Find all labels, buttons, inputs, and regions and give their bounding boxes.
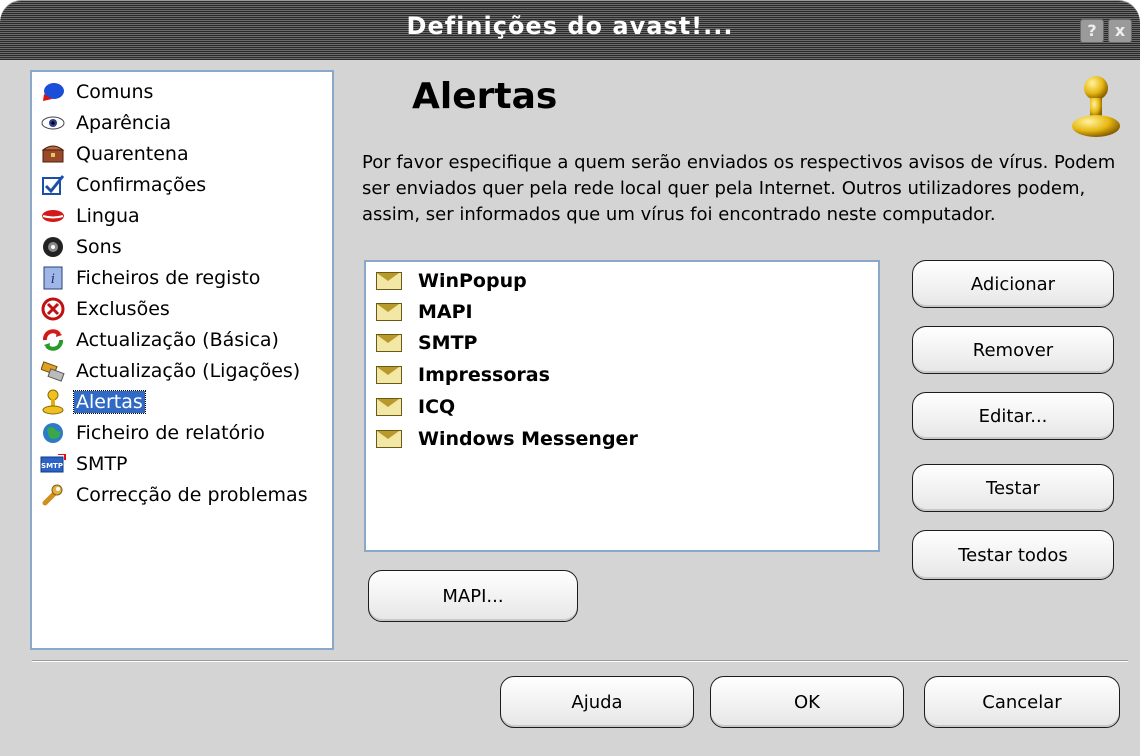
envelope-icon [376, 303, 402, 321]
sidebar-item-correccao-problemas[interactable]: Correcção de problemas [40, 481, 310, 509]
list-item[interactable]: Impressoras [376, 360, 550, 390]
edit-button[interactable]: Editar... [912, 392, 1114, 440]
cancel-button[interactable]: Cancelar [924, 676, 1120, 728]
test-all-button[interactable]: Testar todos [912, 530, 1114, 580]
alert-name: ICQ [418, 396, 456, 418]
chest-icon [40, 142, 66, 166]
add-button[interactable]: Adicionar [912, 260, 1114, 308]
sidebar-item-label: Ficheiro de relatório [76, 422, 265, 444]
sidebar-item-sons[interactable]: Sons [40, 233, 124, 261]
footer-separator [32, 660, 1128, 662]
sidebar-item-label: Comuns [76, 81, 154, 103]
sidebar-item-comuns[interactable]: Comuns [40, 78, 155, 106]
settings-category-list[interactable]: Comuns Aparência Quarentena Confirmações… [30, 70, 334, 650]
sidebar-item-ficheiros-registo[interactable]: i Ficheiros de registo [40, 264, 262, 292]
sidebar-item-label: Actualização (Básica) [76, 329, 279, 351]
sidebar-item-exclusoes[interactable]: Exclusões [40, 295, 172, 323]
alert-name: WinPopup [418, 270, 527, 292]
sidebar-item-label: Aparência [76, 112, 172, 134]
sidebar-item-lingua[interactable]: Lingua [40, 202, 142, 230]
ok-button[interactable]: OK [710, 676, 904, 728]
envelope-icon [376, 398, 402, 416]
list-item[interactable]: WinPopup [376, 266, 527, 296]
sidebar-item-label: Exclusões [76, 298, 170, 320]
sidebar-item-label: Correcção de problemas [76, 484, 308, 506]
help-button[interactable]: Ajuda [500, 676, 694, 728]
settings-window: Definições do avast!... ? x Comuns Aparê… [0, 0, 1140, 756]
mapi-settings-button[interactable]: MAPI... [368, 570, 578, 622]
report-icon [40, 421, 66, 445]
sidebar-item-smtp[interactable]: SMTP SMTP [40, 450, 130, 478]
eye-icon [40, 111, 66, 135]
sidebar-item-label: Lingua [76, 205, 140, 227]
sidebar-item-label: SMTP [76, 453, 128, 475]
window-title: Definições do avast!... [406, 12, 734, 40]
sidebar-item-actualizacao-ligacoes[interactable]: Actualização (Ligações) [40, 357, 302, 385]
sidebar-item-label: Confirmações [76, 174, 207, 196]
list-item[interactable]: SMTP [376, 328, 477, 358]
lips-icon [40, 204, 66, 228]
sidebar-item-confirmacoes[interactable]: Confirmações [40, 171, 208, 199]
envelope-icon [376, 366, 402, 384]
sidebar-item-ficheiro-relatorio[interactable]: Ficheiro de relatório [40, 419, 267, 447]
envelope-icon [376, 334, 402, 352]
info-icon: i [40, 266, 66, 290]
sidebar-item-quarentena[interactable]: Quarentena [40, 140, 191, 168]
alert-figure-icon [40, 389, 66, 415]
sidebar-item-actualizacao-basica[interactable]: Actualização (Básica) [40, 326, 281, 354]
envelope-icon [376, 272, 402, 290]
update-icon [40, 328, 66, 352]
alert-name: Windows Messenger [418, 428, 638, 450]
cap-icon [40, 80, 66, 104]
alert-figure-icon [1070, 74, 1122, 140]
alert-name: Impressoras [418, 364, 550, 386]
alerts-list[interactable]: WinPopup MAPI SMTP Impressoras ICQ Windo… [364, 260, 880, 552]
sidebar-item-aparencia[interactable]: Aparência [40, 109, 173, 137]
page-title: Alertas [412, 76, 558, 117]
help-title-button[interactable]: ? [1080, 19, 1104, 43]
envelope-icon [376, 430, 402, 448]
remove-button[interactable]: Remover [912, 326, 1114, 374]
svg-text:i: i [51, 272, 55, 287]
wrench-icon [40, 483, 66, 507]
sidebar-item-label: Quarentena [76, 143, 189, 165]
test-button[interactable]: Testar [912, 464, 1114, 512]
sidebar-item-label: Ficheiros de registo [76, 267, 261, 289]
close-button[interactable]: x [1108, 19, 1132, 43]
list-item[interactable]: MAPI [376, 297, 473, 327]
smtp-icon: SMTP [40, 452, 66, 476]
connection-icon [40, 359, 66, 383]
cross-circle-icon [40, 297, 66, 321]
sidebar-item-label: Alertas [73, 390, 146, 414]
sidebar-item-alertas[interactable]: Alertas [40, 388, 146, 416]
title-bar[interactable]: Definições do avast!... ? x [0, 0, 1140, 60]
list-item[interactable]: Windows Messenger [376, 424, 638, 454]
list-item[interactable]: ICQ [376, 392, 455, 422]
svg-text:SMTP: SMTP [41, 462, 63, 470]
alert-name: MAPI [418, 301, 473, 323]
alerts-description: Por favor especifique a quem serão envia… [362, 152, 1116, 225]
sidebar-item-label: Sons [76, 236, 122, 258]
alert-name: SMTP [418, 332, 478, 354]
checkbox-icon [40, 173, 66, 197]
sidebar-item-label: Actualização (Ligações) [76, 360, 301, 382]
speaker-icon [40, 235, 66, 259]
